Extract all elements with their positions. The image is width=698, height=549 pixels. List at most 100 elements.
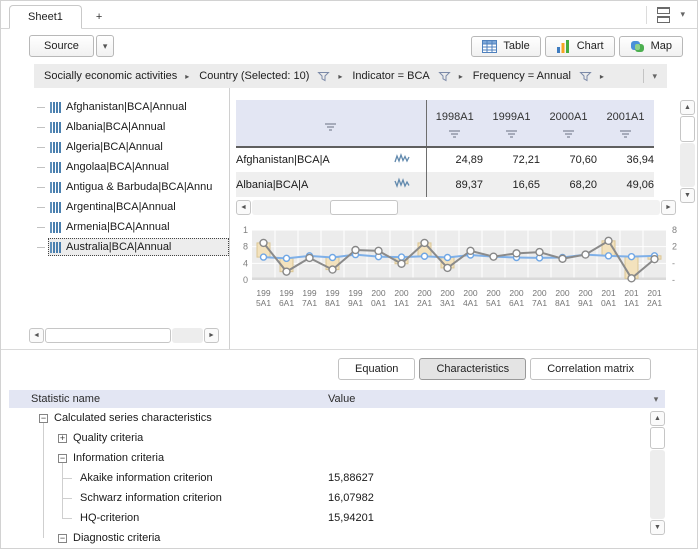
breadcrumb-arrow-icon[interactable]: ▸ [459, 72, 463, 81]
filter-icon[interactable] [449, 130, 460, 138]
stats-row-calculated-series-characteristics[interactable]: −Calculated series characteristics [9, 408, 665, 428]
source-dropdown-button[interactable]: ▾ [96, 35, 115, 57]
stats-header-caret-icon[interactable]: ▾ [647, 394, 665, 405]
filter-icon[interactable] [563, 130, 574, 138]
data-table: 1998A11999A12000A12001A1Afghanistan|BCA|… [236, 100, 654, 197]
row-label-column-header[interactable] [236, 100, 426, 147]
breadcrumb-item-frequency-annual[interactable]: Frequency = Annual▸ [473, 70, 604, 82]
breadcrumb-item-indicator-bca[interactable]: Indicator = BCA▸ [352, 70, 462, 82]
scroll-thumb[interactable] [680, 116, 695, 142]
filter-icon[interactable] [620, 130, 631, 138]
scroll-right-button[interactable]: ► [661, 200, 676, 215]
breadcrumb-menu-caret-icon[interactable]: ▾ [652, 72, 657, 81]
view-button-table[interactable]: Table [471, 36, 540, 57]
scroll-track[interactable] [252, 200, 660, 215]
stats-row-schwarz-information-criterion[interactable]: Schwarz information criterion16,07982 [9, 488, 665, 508]
svg-text:199: 199 [279, 288, 293, 298]
scroll-right-button[interactable]: ► [204, 328, 219, 343]
collapse-toggle-icon[interactable]: − [58, 454, 67, 463]
breadcrumb-arrow-icon[interactable]: ▸ [600, 72, 604, 81]
stats-row-name-area: Schwarz information criterion [9, 492, 324, 504]
series-item-body: Algeria|BCA|Annual [48, 138, 229, 156]
scroll-left-button[interactable]: ◄ [236, 200, 251, 215]
series-item-angolaa-bca-annual[interactable]: Angolaa|BCA|Annual [1, 157, 229, 177]
view-button-map[interactable]: Map [619, 36, 683, 57]
svg-text:-: - [672, 275, 675, 285]
collapse-toggle-icon[interactable]: − [39, 414, 48, 423]
svg-text:200: 200 [486, 288, 500, 298]
breadcrumb-arrow-icon[interactable]: ▸ [185, 72, 189, 81]
tab-correlation-matrix[interactable]: Correlation matrix [530, 358, 651, 380]
series-item-armenia-bca-annual[interactable]: Armenia|BCA|Annual [1, 217, 229, 237]
svg-text:0A1: 0A1 [371, 298, 386, 308]
stats-row-akaike-information-criterion[interactable]: Akaike information criterion15,88627 [9, 468, 665, 488]
series-item-australia-bca-annual[interactable]: Australia|BCA|Annual [1, 237, 229, 257]
scroll-track[interactable] [680, 143, 695, 187]
sparkline-icon [394, 177, 410, 189]
scroll-down-button[interactable]: ▼ [680, 188, 695, 203]
column-header-2000a1[interactable]: 2000A1 [540, 100, 597, 147]
data-table-zone: 1998A11999A12000A12001A1Afghanistan|BCA|… [236, 100, 697, 215]
add-sheet-button[interactable]: + [82, 6, 116, 28]
svg-text:5A1: 5A1 [486, 298, 501, 308]
series-item-afghanistan-bca-annual[interactable]: Afghanistan|BCA|Annual [1, 97, 229, 117]
series-item-argentina-bca-annual[interactable]: Argentina|BCA|Annual [1, 197, 229, 217]
stats-row-name-area: Akaike information criterion [9, 472, 324, 484]
stats-row-diagnostic-criteria[interactable]: −Diagnostic criteria [9, 528, 665, 548]
view-button-chart[interactable]: Chart [545, 36, 615, 57]
tree-connector [37, 187, 45, 188]
tab-characteristics[interactable]: Characteristics [419, 358, 526, 380]
scroll-up-button[interactable]: ▲ [680, 100, 695, 115]
svg-text:7A1: 7A1 [532, 298, 547, 308]
view-switch-group: TableChartMap [471, 36, 683, 57]
stats-row-quality-criteria[interactable]: + Quality criteria [9, 428, 665, 448]
tab-equation[interactable]: Equation [338, 358, 415, 380]
scroll-down-button[interactable]: ▼ [650, 520, 665, 535]
scroll-up-button[interactable]: ▲ [650, 411, 665, 426]
source-button[interactable]: Source [29, 35, 94, 57]
stats-tree: −Calculated series characteristics + Quali… [9, 408, 665, 548]
x-axis-labels: 1995A11996A11997A11998A11999A12000A12001… [256, 288, 662, 308]
filter-icon[interactable] [506, 130, 517, 138]
breadcrumb-item-country-selected-10[interactable]: Country (Selected: 10)▸ [199, 70, 342, 82]
sparkline-cell[interactable] [388, 147, 416, 172]
app-window: Sheet1 + ▾ Source ▾ TableChartMap Social… [0, 0, 698, 549]
svg-text:200: 200 [394, 288, 408, 298]
toolbar: Source ▾ TableChartMap [1, 29, 697, 63]
breadcrumb-item-socially-economic-activities[interactable]: Socially economic activities▸ [44, 70, 189, 82]
column-header-2001a1[interactable]: 2001A1 [597, 100, 654, 147]
series-item-algeria-bca-annual[interactable]: Algeria|BCA|Annual [1, 137, 229, 157]
svg-text:0: 0 [243, 275, 248, 285]
stats-row-label: Quality criteria [73, 432, 143, 444]
value-cell: 24,89 [426, 147, 483, 172]
svg-text:1A1: 1A1 [624, 298, 639, 308]
scroll-thumb[interactable] [45, 328, 171, 343]
window-layout-icon[interactable] [657, 7, 670, 23]
stats-row-information-criteria[interactable]: −Information criteria [9, 448, 665, 468]
series-item-label: Angolaa|BCA|Annual [66, 161, 169, 173]
tabbar-menu-caret-icon[interactable]: ▾ [680, 10, 685, 19]
filter-icon[interactable] [325, 123, 336, 131]
series-item-albania-bca-annual[interactable]: Albania|BCA|Annual [1, 117, 229, 137]
scroll-thumb[interactable] [330, 200, 398, 215]
column-header-label: 1999A1 [483, 111, 540, 123]
column-header-label: 1998A1 [427, 111, 484, 123]
expand-toggle-icon[interactable]: + [58, 434, 67, 443]
stats-row-hq-criterion[interactable]: HQ-criterion15,94201 [9, 508, 665, 528]
breadcrumb-arrow-icon[interactable]: ▸ [338, 72, 342, 81]
scroll-track[interactable] [172, 328, 203, 343]
collapse-toggle-icon[interactable]: − [58, 534, 67, 543]
column-header-1999a1[interactable]: 1999A1 [483, 100, 540, 147]
tab-sheet1[interactable]: Sheet1 [9, 5, 82, 29]
svg-text:8: 8 [243, 242, 248, 252]
tree-connector [37, 127, 45, 128]
column-header-1998a1[interactable]: 1998A1 [426, 100, 483, 147]
svg-text:199: 199 [256, 288, 270, 298]
svg-text:2A1: 2A1 [647, 298, 662, 308]
scroll-left-button[interactable]: ◄ [29, 328, 44, 343]
scroll-thumb[interactable] [650, 427, 665, 449]
series-bars-icon [50, 122, 61, 133]
sparkline-cell[interactable] [388, 172, 416, 197]
scroll-track[interactable] [650, 450, 665, 519]
series-item-antigua-barbuda-bca-annu[interactable]: Antigua & Barbuda|BCA|Annu [1, 177, 229, 197]
